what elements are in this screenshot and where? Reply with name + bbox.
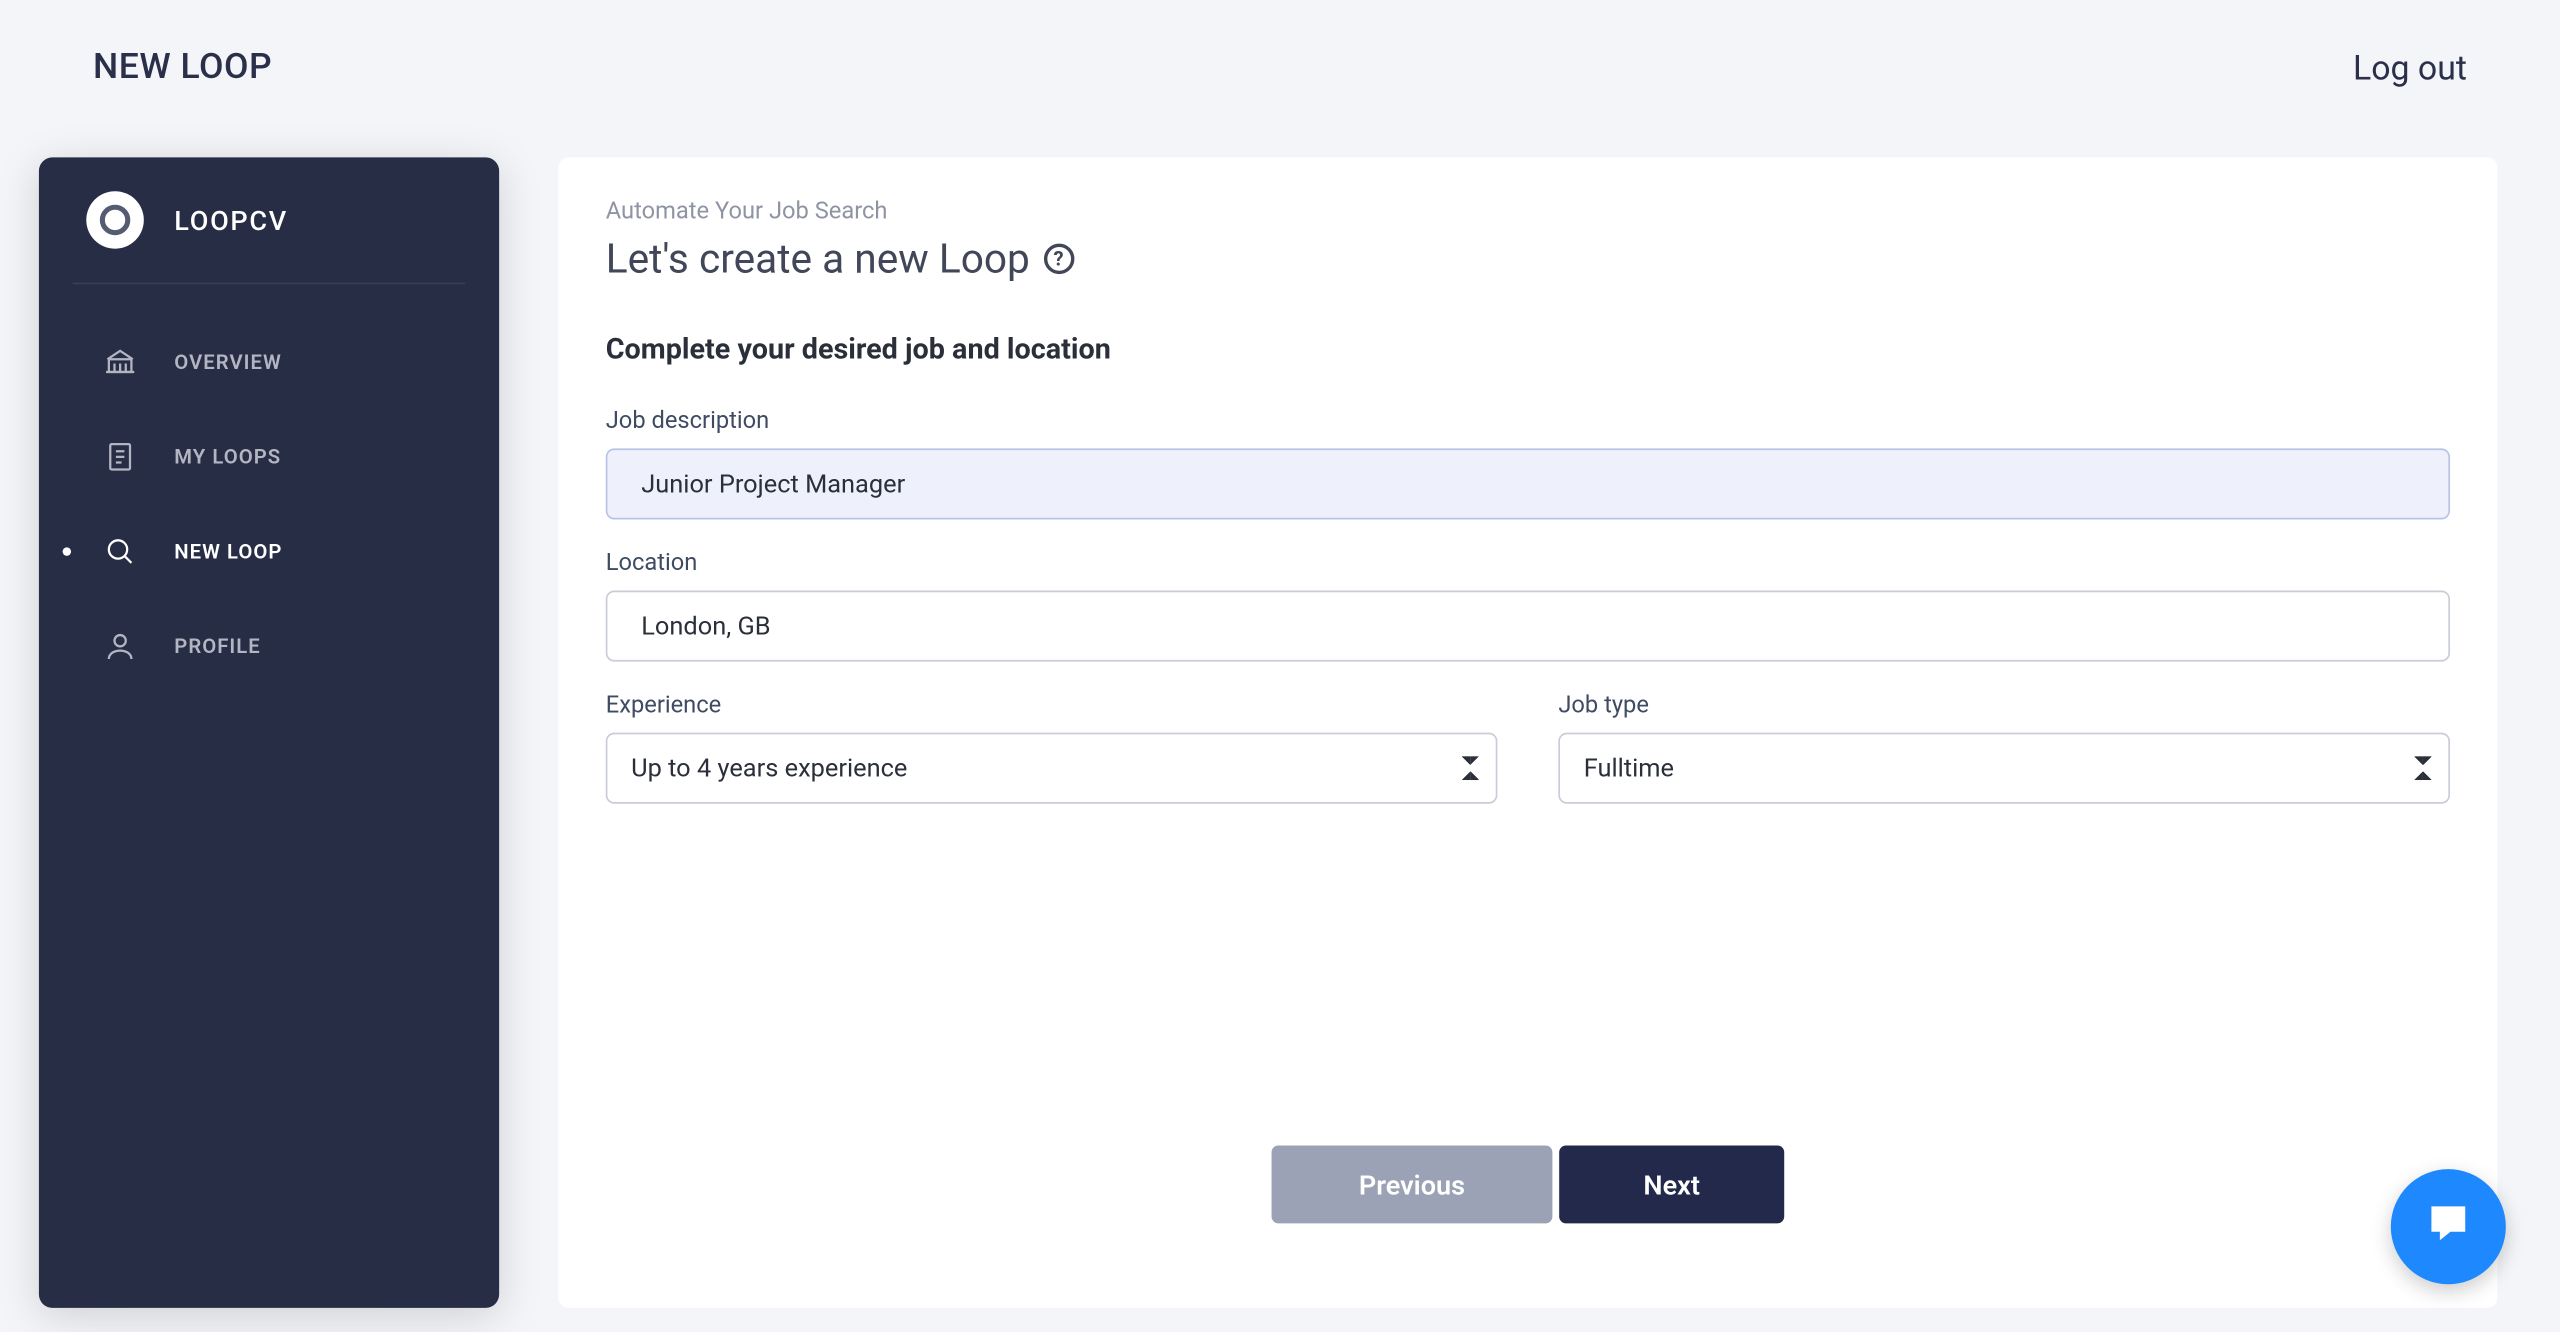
button-row: Previous Next [1272,1145,1785,1223]
document-icon [103,440,137,474]
nav-item-overview[interactable]: OVERVIEW [73,315,466,410]
next-button[interactable]: Next [1559,1145,1784,1223]
nav-item-label: OVERVIEW [174,350,282,374]
user-icon [103,629,137,663]
job-description-input[interactable] [606,448,2450,519]
main-card: Automate Your Job Search Let's create a … [558,157,2497,1308]
sidebar: LOOPCV OVERVIEW MY LOOPS [39,157,499,1308]
location-input[interactable] [606,591,2450,662]
help-icon[interactable]: ? [1043,244,1073,274]
experience-select[interactable]: Up to 4 years experience [606,733,1498,804]
loop-icon [100,205,130,235]
chat-icon [2423,1198,2474,1256]
experience-label: Experience [606,692,1498,719]
job-description-label: Job description [606,408,2450,435]
logout-link[interactable]: Log out [2353,47,2467,88]
nav-item-label: MY LOOPS [174,445,281,469]
brand-name: LOOPCV [174,204,288,236]
nav-item-label: NEW LOOP [174,540,282,564]
job-type-label: Job type [1558,692,2450,719]
nav-item-label: PROFILE [174,635,260,659]
title-row: Let's create a new Loop ? [606,235,2450,282]
location-label: Location [606,550,2450,577]
nav-item-myloops[interactable]: MY LOOPS [73,409,466,504]
nav-item-newloop[interactable]: NEW LOOP [73,504,466,599]
nav-item-profile[interactable]: PROFILE [73,599,466,694]
field-location: Location [606,550,2450,662]
previous-button[interactable]: Previous [1272,1145,1553,1223]
brand-row: LOOPCV [39,191,499,282]
field-job-type: Job type Fulltime [1558,692,2450,804]
search-icon [103,535,137,569]
subtitle: Automate Your Job Search [606,198,2450,225]
chat-fab[interactable] [2391,1169,2506,1284]
divider [73,283,466,285]
title: Let's create a new Loop [606,235,1030,282]
form-heading: Complete your desired job and location [606,333,2450,367]
nav-list: OVERVIEW MY LOOPS NEW LOOP [39,315,499,694]
page-title: NEW LOOP [93,47,272,88]
bank-icon [103,345,137,379]
field-experience: Experience Up to 4 years experience [606,692,1498,804]
brand-logo [86,191,144,249]
topbar: NEW LOOP Log out [0,0,2560,135]
field-job-description: Job description [606,408,2450,520]
job-type-select[interactable]: Fulltime [1558,733,2450,804]
